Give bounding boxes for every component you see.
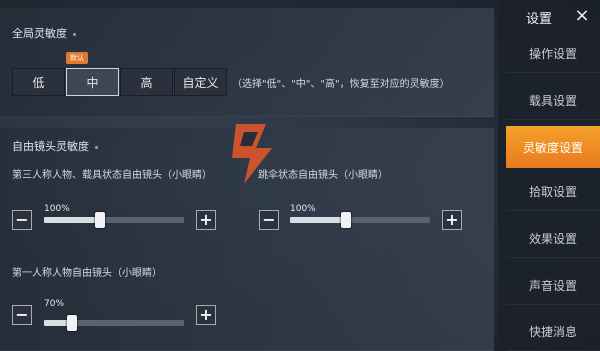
settings-panel: 全局灵敏度 默认 低 中 高 自定义 （选择"低"、"中"、"高"，恢复至对应的… xyxy=(0,0,498,351)
default-badge: 默认 xyxy=(66,52,88,64)
slider-value-third-person: 100% xyxy=(44,204,70,214)
slider-fill xyxy=(290,217,346,223)
free-look-title: 自由镜头灵敏度 xyxy=(12,138,98,154)
slider-track[interactable] xyxy=(44,315,184,331)
slider-track[interactable] xyxy=(290,212,430,228)
sidebar-item-controls[interactable]: 操作设置 xyxy=(506,34,600,73)
slider-value-first-person: 70% xyxy=(44,299,65,309)
option-custom[interactable]: 自定义 xyxy=(174,68,227,96)
jiuyou-logo-watermark xyxy=(232,124,272,184)
slider-track[interactable] xyxy=(44,212,184,228)
close-icon[interactable]: × xyxy=(572,6,592,26)
global-sensitivity-section: 全局灵敏度 默认 低 中 高 自定义 （选择"低"、"中"、"高"，恢复至对应的… xyxy=(0,8,494,117)
slider-fill xyxy=(44,217,100,223)
slider-value-parachute: 100% xyxy=(290,204,316,214)
plus-button[interactable]: + xyxy=(196,210,216,230)
settings-sidebar: 设置 × 操作设置 载具设置 灵敏度设置 拾取设置 效果设置 声音设置 快捷消息 xyxy=(498,0,600,351)
sidebar-title: 设置 xyxy=(526,11,553,27)
sidebar-item-effects[interactable]: 效果设置 xyxy=(506,219,600,258)
preset-hint: （选择"低"、"中"、"高"，恢复至对应的灵敏度） xyxy=(232,79,450,90)
sidebar-item-sensitivity[interactable]: 灵敏度设置 xyxy=(506,126,600,168)
plus-button[interactable]: + xyxy=(196,305,216,325)
option-high[interactable]: 高 xyxy=(120,68,173,96)
slider-thumb[interactable] xyxy=(67,315,77,331)
sidebar-item-audio[interactable]: 声音设置 xyxy=(506,266,600,305)
sidebar-item-vehicle[interactable]: 载具设置 xyxy=(506,81,600,120)
global-sensitivity-title: 全局灵敏度 xyxy=(12,25,76,41)
sidebar-item-quick-chat[interactable]: 快捷消息 xyxy=(506,312,600,351)
minus-button[interactable]: − xyxy=(12,305,32,325)
minus-button[interactable]: − xyxy=(12,210,32,230)
slider-label-first-person: 第一人称人物自由镜头（小眼睛） xyxy=(12,268,162,279)
slider-thumb[interactable] xyxy=(341,212,351,228)
slider-thumb[interactable] xyxy=(95,212,105,228)
minus-button[interactable]: − xyxy=(259,210,279,230)
slider-label-third-person: 第三人称人物、载具状态自由镜头（小眼睛） xyxy=(12,170,212,181)
sidebar-item-pickup[interactable]: 拾取设置 xyxy=(506,172,600,211)
plus-button[interactable]: + xyxy=(442,210,462,230)
option-medium[interactable]: 中 xyxy=(66,68,119,96)
option-low[interactable]: 低 xyxy=(12,68,65,96)
